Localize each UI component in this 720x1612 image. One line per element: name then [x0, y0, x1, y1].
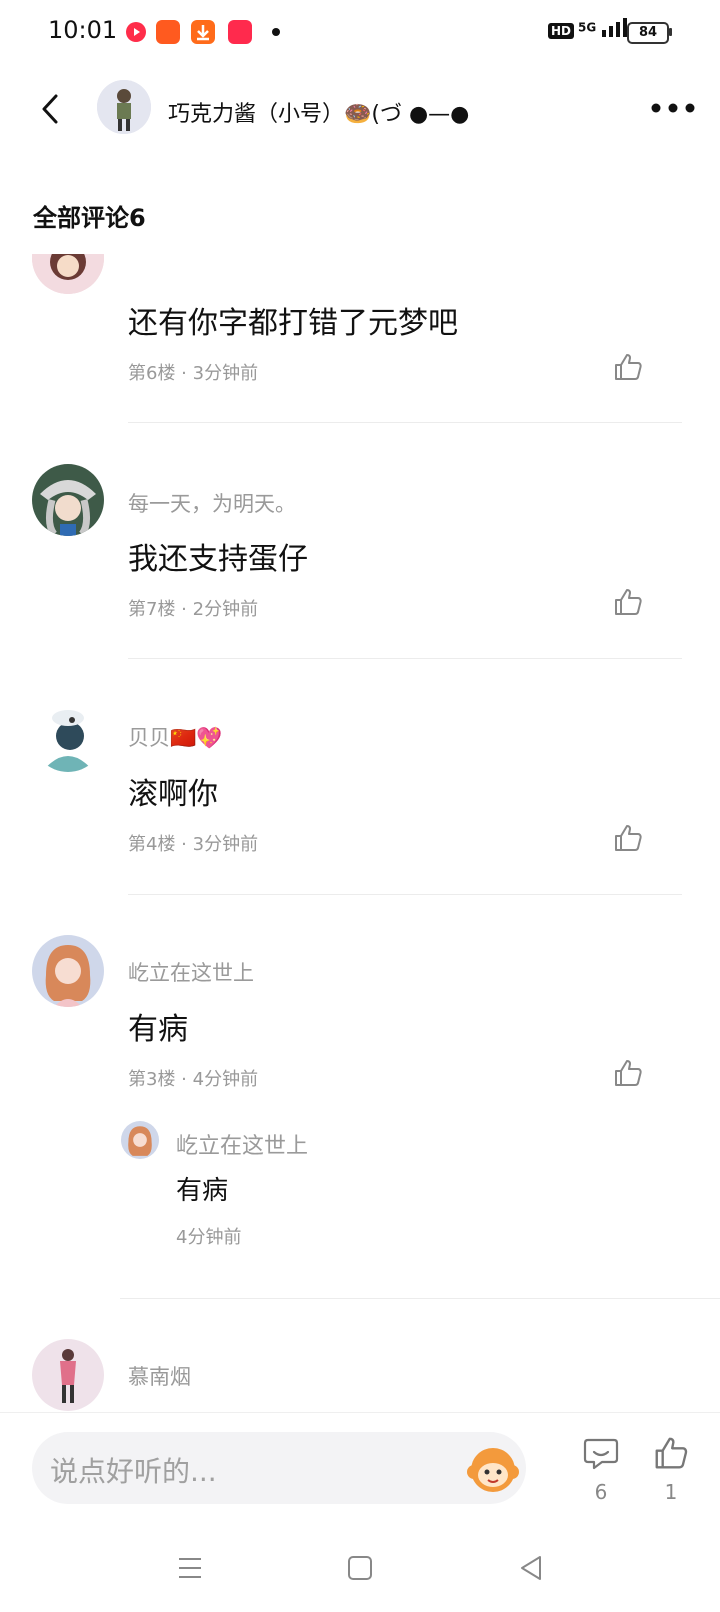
divider [120, 1298, 720, 1299]
menu-icon [179, 1558, 201, 1578]
signal-label: 5G [578, 20, 597, 35]
notification-dot [272, 28, 280, 36]
divider [128, 658, 682, 659]
comment-meta: 第4楼 · 3分钟前 [128, 834, 259, 855]
monkey-sticker-icon [467, 1448, 519, 1492]
comment-text: 滚啊你 [128, 777, 218, 812]
comment-count: 6 [594, 1480, 608, 1504]
back-nav-button[interactable] [516, 1553, 548, 1583]
home-nav-button[interactable] [344, 1553, 376, 1583]
status-time: 10:01 [48, 16, 118, 44]
author-avatar[interactable] [97, 80, 151, 134]
thumbs-up-icon [615, 354, 642, 380]
avatar[interactable] [32, 935, 104, 1007]
comment-meta: 第3楼 · 4分钟前 [128, 1069, 259, 1090]
comment-meta: 第7楼 · 2分钟前 [128, 599, 259, 620]
avatar[interactable] [32, 464, 104, 536]
comment-text: 我还支持蛋仔 [128, 542, 308, 577]
like-button[interactable] [612, 1057, 644, 1089]
more-options-button[interactable] [650, 98, 696, 118]
thumbs-up-icon [615, 589, 642, 615]
divider [128, 422, 682, 423]
author-name[interactable]: 巧克力酱（小号）🍩(づ ●—● [168, 96, 469, 128]
thumbs-up-icon [655, 1437, 688, 1469]
like-post-button[interactable] [652, 1434, 690, 1472]
reply-username[interactable]: 屹立在这世上 [176, 1128, 308, 1160]
like-button[interactable] [612, 586, 644, 618]
like-button[interactable] [612, 351, 644, 383]
thumbs-up-icon [615, 825, 642, 851]
comments-button[interactable] [582, 1434, 620, 1472]
sticker-button[interactable] [464, 1442, 522, 1494]
comment-avatar-clip [0, 254, 720, 294]
video-app-icon [124, 20, 148, 44]
menu-nav-button[interactable] [174, 1553, 206, 1583]
more-icon [651, 103, 695, 113]
avatar[interactable] [32, 700, 104, 772]
reply-time: 4分钟前 [176, 1227, 242, 1248]
battery-icon: 84 [627, 22, 669, 44]
like-button[interactable] [612, 822, 644, 854]
chevron-left-icon [42, 94, 58, 124]
comment-username[interactable]: 屹立在这世上 [128, 957, 254, 987]
reply-text: 有病 [176, 1176, 229, 1206]
battery-tip [669, 28, 672, 36]
avatar[interactable] [32, 1339, 104, 1411]
back-button[interactable] [34, 92, 68, 126]
comment-username[interactable]: 每一天，为明天。 [128, 488, 296, 518]
like-count: 1 [664, 1480, 678, 1504]
avatar[interactable] [32, 254, 104, 294]
all-comments-title: 全部评论6 [33, 204, 146, 232]
xiaohongshu-icon [228, 20, 252, 44]
game-app-icon [156, 20, 180, 44]
hd-indicator: HD [548, 23, 575, 39]
thumbs-up-icon [615, 1060, 642, 1086]
reply-avatar[interactable] [121, 1121, 159, 1159]
comment-meta: 第6楼 · 3分钟前 [128, 363, 259, 384]
triangle-back-icon [521, 1556, 541, 1580]
download-icon [191, 20, 215, 44]
comment-text: 有病 [128, 1012, 188, 1047]
comment-input-placeholder[interactable]: 说点好听的... [50, 1450, 217, 1490]
signal-icon: 5G [578, 18, 630, 38]
comment-username[interactable]: 贝贝🇨🇳💖 [128, 722, 222, 752]
comment-username[interactable]: 慕南烟 [128, 1361, 191, 1391]
divider [128, 894, 682, 895]
status-bar: 10:01 HD 5G 84 [0, 0, 720, 64]
comment-text: 还有你字都打错了元梦吧 [128, 306, 458, 341]
comment-icon [583, 1438, 619, 1470]
square-icon [348, 1556, 372, 1580]
